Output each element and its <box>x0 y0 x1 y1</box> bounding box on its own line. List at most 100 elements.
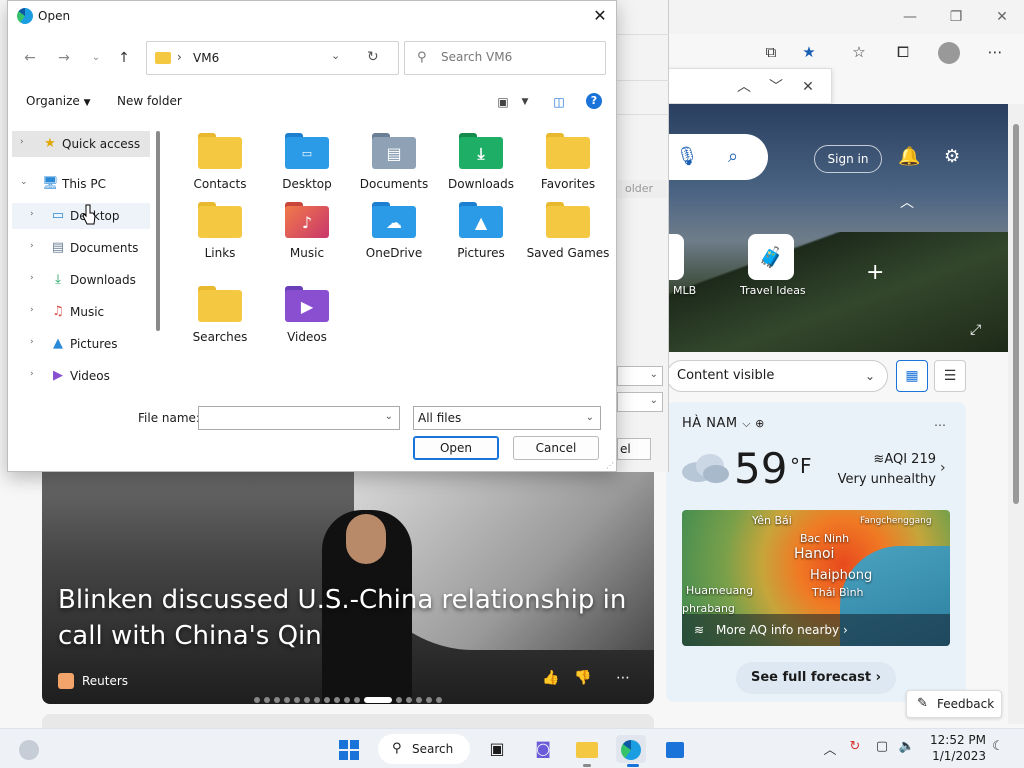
navigation-pane[interactable]: › ★ Quick access ⌄ 🖥 This PC › ▭ Desktop… <box>8 119 156 397</box>
favorite-star-icon[interactable]: ★ <box>794 38 824 66</box>
browser-close-icon[interactable]: ✕ <box>988 6 1016 28</box>
nav-item-desktop[interactable]: › ▭ Desktop <box>12 203 150 229</box>
file-item-desktop[interactable]: ▭ Desktop <box>265 123 349 203</box>
file-item-pictures[interactable]: ▲ Pictures <box>439 192 523 272</box>
more-options-icon[interactable]: ⋯ <box>980 38 1010 66</box>
minimize-icon[interactable]: — <box>896 6 924 28</box>
carousel-dots[interactable] <box>254 692 446 703</box>
organize-menu[interactable]: Organize ▼ <box>26 94 91 108</box>
see-full-forecast-button[interactable]: See full forecast › <box>736 662 896 694</box>
air-quality-map[interactable]: Yên Bái Fangchenggang Bac Ninh Hanoi Hai… <box>682 510 950 646</box>
chevron-right-icon[interactable]: › <box>30 369 34 379</box>
refresh-icon[interactable]: ↻ <box>367 49 379 65</box>
focus-assist-moon-icon[interactable]: ☾ <box>988 739 1008 754</box>
taskbar-search-button[interactable]: ⚲ Search <box>378 734 470 764</box>
file-item-videos[interactable]: ▶ Videos <box>265 276 349 356</box>
file-item-saved-games[interactable]: Saved Games <box>526 192 610 272</box>
chevron-right-icon[interactable]: › <box>20 137 24 147</box>
address-path[interactable]: VM6 <box>193 51 219 65</box>
start-windows-icon[interactable] <box>334 735 364 763</box>
nav-item-this-pc[interactable]: ⌄ 🖥 This PC <box>12 171 150 197</box>
page-scrollbar[interactable] <box>1008 104 1024 724</box>
weather-widget-icon[interactable] <box>14 735 44 763</box>
nav-item-quick-access[interactable]: › ★ Quick access <box>12 131 150 157</box>
chevron-right-icon[interactable]: › <box>940 460 946 476</box>
forward-arrow-icon[interactable]: → <box>52 47 76 69</box>
volume-icon[interactable]: 🔈 <box>897 739 917 754</box>
microphone-icon[interactable]: 🎙 <box>674 144 700 170</box>
file-item-searches[interactable]: Searches <box>178 276 262 356</box>
chevron-up-icon[interactable]: ︿ <box>900 192 914 212</box>
extensions-icon[interactable]: ⧉ <box>756 38 786 66</box>
news-more-icon[interactable]: ⋯ <box>612 670 634 686</box>
chevron-right-icon[interactable]: › <box>30 241 34 251</box>
add-quick-link-icon[interactable]: + <box>866 260 884 285</box>
list-view-icon[interactable]: ☰ <box>934 360 966 392</box>
folder-search-box[interactable]: ⚲ <box>404 41 606 75</box>
collections-icon[interactable]: ⧠ <box>888 38 918 66</box>
find-close-icon[interactable]: ✕ <box>795 75 821 99</box>
open-button[interactable]: Open <box>413 436 499 460</box>
file-name-combobox[interactable]: ⌄ <box>198 406 400 430</box>
chevron-right-icon[interactable]: › <box>30 273 34 283</box>
file-explorer-icon[interactable] <box>572 735 602 763</box>
dialog-close-icon[interactable]: ✕ <box>588 5 612 27</box>
nav-item-documents[interactable]: › ▤ Documents <box>12 235 150 261</box>
weather-more-icon[interactable]: ⋯ <box>928 414 952 436</box>
nav-item-music[interactable]: › ♫ Music <box>12 299 150 325</box>
weather-unit[interactable]: °F <box>790 454 812 478</box>
chevron-down-icon[interactable]: ⌄ <box>385 411 393 422</box>
show-hidden-icons-chevron-icon[interactable]: ︿ <box>820 739 840 758</box>
weather-location[interactable]: HÀ NAM ⌵ ⊕ <box>682 416 765 431</box>
network-icon[interactable]: ▢ <box>872 739 892 754</box>
file-item-downloads[interactable]: ⤓ Downloads <box>439 123 523 203</box>
expand-icon[interactable]: ⤢ <box>970 322 981 338</box>
like-icon[interactable]: 👍 <box>540 670 562 686</box>
view-options-icon[interactable]: ▣ <box>492 92 514 112</box>
file-item-favorites[interactable]: Favorites <box>526 123 610 203</box>
recent-locations-chevron-icon[interactable]: ⌄ <box>84 47 108 69</box>
search-icon[interactable]: ⌕ <box>720 144 746 170</box>
edge-browser-icon[interactable] <box>616 735 646 763</box>
notifications-bell-icon[interactable]: 🔔 <box>898 146 920 167</box>
file-item-links[interactable]: Links <box>178 192 262 272</box>
folder-search-input[interactable] <box>441 50 591 64</box>
feedback-button[interactable]: ✎ Feedback <box>906 690 1002 718</box>
file-item-onedrive[interactable]: ☁ OneDrive <box>352 192 436 272</box>
travel-ideas-icon[interactable]: 🧳 <box>748 234 794 280</box>
chevron-right-icon[interactable]: › <box>30 337 34 347</box>
address-dropdown-icon[interactable]: ⌄ <box>331 49 340 62</box>
navigation-scrollbar[interactable] <box>156 131 160 331</box>
sign-in-button[interactable]: Sign in <box>814 145 882 173</box>
address-bar[interactable]: › VM6 ⌄ ↻ <box>146 41 399 75</box>
task-view-icon[interactable]: ▣ <box>482 735 512 763</box>
nav-item-downloads[interactable]: › ⤓ Downloads <box>12 267 150 293</box>
find-next-icon[interactable]: ﹀ <box>763 75 789 99</box>
cancel-button[interactable]: Cancel <box>513 436 599 460</box>
back-arrow-icon[interactable]: ← <box>18 47 42 69</box>
file-name-input[interactable] <box>203 411 379 425</box>
favorites-icon[interactable]: ☆ <box>844 38 874 66</box>
settings-gear-icon[interactable]: ⚙ <box>944 146 960 167</box>
chevron-down-icon[interactable]: ⌄ <box>20 177 28 187</box>
dislike-icon[interactable]: 👎 <box>572 670 594 686</box>
find-previous-icon[interactable]: ︿ <box>731 75 757 99</box>
content-visibility-select[interactable]: Content visible ⌄ <box>666 360 888 392</box>
preview-pane-icon[interactable]: ◫ <box>548 92 570 112</box>
nav-item-pictures[interactable]: › ▲ Pictures <box>12 331 150 357</box>
restore-icon[interactable]: ❐ <box>942 6 970 28</box>
file-item-contacts[interactable]: Contacts <box>178 123 262 203</box>
help-icon[interactable]: ? <box>586 93 602 109</box>
news-card[interactable]: Blinken discussed U.S.-China relationshi… <box>42 470 654 704</box>
file-item-music[interactable]: ♪ Music <box>265 192 349 272</box>
chat-icon[interactable]: ◙ <box>528 735 558 763</box>
microsoft-store-icon[interactable] <box>660 735 690 763</box>
security-alert-icon[interactable]: ↻ <box>845 739 865 754</box>
file-type-filter-select[interactable]: All files ⌄ <box>413 406 601 430</box>
chevron-right-icon[interactable]: › <box>30 209 34 219</box>
resize-grip-icon[interactable]: ⋰ <box>606 461 616 471</box>
news-headline[interactable]: Blinken discussed U.S.-China relationshi… <box>58 582 628 654</box>
nav-item-videos[interactable]: › ▶ Videos <box>12 363 150 389</box>
file-item-documents[interactable]: ▤ Documents <box>352 123 436 203</box>
new-folder-button[interactable]: New folder <box>117 94 182 108</box>
